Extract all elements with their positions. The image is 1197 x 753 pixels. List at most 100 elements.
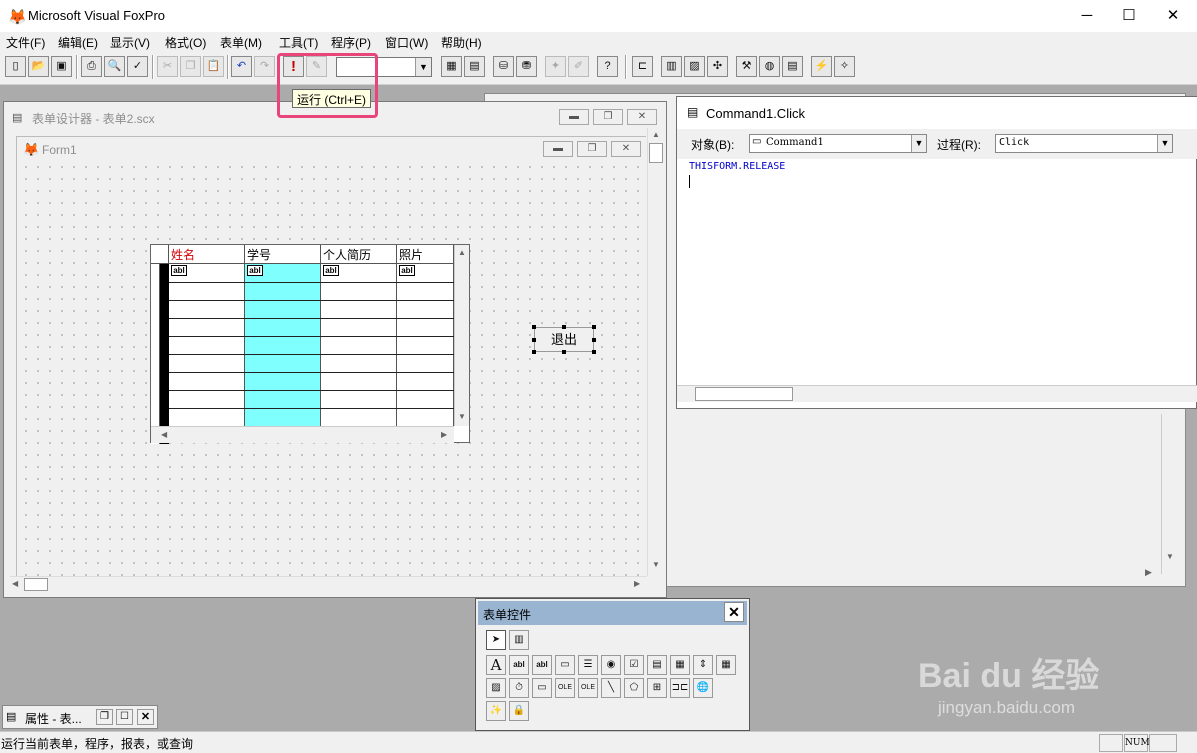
spinner-control-icon[interactable]: ⇕ bbox=[693, 655, 713, 675]
open-folder-icon[interactable]: 📂 bbox=[28, 56, 49, 77]
menu-help[interactable]: 帮助(H) bbox=[441, 34, 482, 51]
cut-icon[interactable]: ✂ bbox=[157, 56, 178, 77]
selection-handle[interactable] bbox=[592, 350, 596, 354]
listbox-control-icon[interactable]: ▦ bbox=[670, 655, 690, 675]
form-designer-hscroll[interactable]: ◀ ▶ bbox=[10, 576, 647, 592]
menu-view[interactable]: 显示(V) bbox=[110, 34, 150, 51]
grid-control[interactable]: 姓名 学号 个人简历 照片 abl abl abl abl ▲ ▼ ◀ ▶ bbox=[150, 244, 470, 444]
window-restore-icon[interactable]: ❐ bbox=[593, 109, 623, 125]
quit-button[interactable]: 退出 bbox=[534, 327, 594, 352]
line-control-icon[interactable]: ╲ bbox=[601, 678, 621, 698]
grid-column-student-id[interactable] bbox=[245, 264, 321, 426]
scroll-right-arrow-icon[interactable]: ▶ bbox=[1145, 567, 1152, 578]
hscroll-thumb[interactable] bbox=[695, 387, 793, 401]
chevron-down-icon[interactable]: ▼ bbox=[1157, 135, 1172, 152]
window-close-icon[interactable]: ✕ bbox=[611, 141, 641, 157]
window-maximize-icon[interactable]: ☐ bbox=[116, 709, 133, 725]
hyperlink-control-icon[interactable]: 🌐 bbox=[693, 678, 713, 698]
grid-column-resume[interactable] bbox=[321, 264, 397, 426]
window-close-icon[interactable]: ✕ bbox=[137, 709, 154, 725]
data-environment-icon[interactable]: ▥ bbox=[661, 56, 682, 77]
menu-window[interactable]: 窗口(W) bbox=[385, 34, 428, 51]
color-palette-icon[interactable]: ◍ bbox=[759, 56, 780, 77]
layout-toolbar-icon[interactable]: ⊏ bbox=[632, 56, 653, 77]
scroll-right-arrow-icon[interactable]: ▶ bbox=[634, 579, 640, 588]
code-window-hscroll[interactable] bbox=[677, 385, 1197, 402]
checkbox-control-icon[interactable]: ☑ bbox=[624, 655, 644, 675]
chevron-down-icon[interactable]: ▼ bbox=[415, 58, 431, 76]
autoformat-icon[interactable]: ✧ bbox=[834, 56, 855, 77]
minimize-button[interactable]: ─ bbox=[1065, 0, 1109, 32]
grid-header-name[interactable]: 姓名 bbox=[169, 245, 245, 264]
layout-icon[interactable]: ▤ bbox=[782, 56, 803, 77]
view-classes-icon[interactable]: ▥ bbox=[509, 630, 529, 650]
procedure-dropdown[interactable]: Click ▼ bbox=[995, 134, 1173, 153]
textbox-control-icon[interactable]: abl bbox=[509, 655, 529, 675]
window-restore-icon[interactable]: ❐ bbox=[96, 709, 113, 725]
scroll-up-arrow-icon[interactable]: ▲ bbox=[458, 248, 466, 257]
selection-handle[interactable] bbox=[562, 325, 566, 329]
undo-icon[interactable]: ↶ bbox=[231, 56, 252, 77]
copy-icon[interactable]: ❐ bbox=[180, 56, 201, 77]
close-button[interactable]: ✕ bbox=[1151, 0, 1195, 32]
spell-check-icon[interactable]: ✓ bbox=[127, 56, 148, 77]
shape-control-icon[interactable]: ⬠ bbox=[624, 678, 644, 698]
menu-file[interactable]: 文件(F) bbox=[6, 34, 45, 51]
new-file-icon[interactable]: ▯ bbox=[5, 56, 26, 77]
command-group-icon[interactable]: ☰ bbox=[578, 655, 598, 675]
help-icon[interactable]: ? bbox=[597, 56, 618, 77]
menu-edit[interactable]: 编辑(E) bbox=[58, 34, 98, 51]
selection-handle[interactable] bbox=[592, 338, 596, 342]
grid-hscroll[interactable]: ◀ ▶ bbox=[151, 426, 454, 443]
menu-form[interactable]: 表单(M) bbox=[220, 34, 262, 51]
selection-handle[interactable] bbox=[562, 350, 566, 354]
selection-handle[interactable] bbox=[532, 350, 536, 354]
scroll-left-arrow-icon[interactable]: ◀ bbox=[161, 430, 167, 439]
pageframe-control-icon[interactable]: ▭ bbox=[532, 678, 552, 698]
database-icon[interactable]: ⛁ bbox=[493, 56, 514, 77]
autoform-icon[interactable]: ✐ bbox=[568, 56, 589, 77]
option-group-icon[interactable]: ◉ bbox=[601, 655, 621, 675]
form-builder-icon[interactable]: ⚡ bbox=[811, 56, 832, 77]
maximize-button[interactable]: ☐ bbox=[1107, 0, 1151, 32]
scroll-left-arrow-icon[interactable]: ◀ bbox=[12, 579, 18, 588]
grid-control-icon[interactable]: ▦ bbox=[716, 655, 736, 675]
ole-bound-control-icon[interactable]: OLE bbox=[578, 678, 598, 698]
separator-control-icon[interactable]: ⊐⊏ bbox=[670, 678, 690, 698]
window-minimize-icon[interactable]: ▬ bbox=[543, 141, 573, 157]
image-control-icon[interactable]: ▨ bbox=[486, 678, 506, 698]
ole-container-icon[interactable]: OLE bbox=[555, 678, 575, 698]
code-editor-text[interactable]: THISFORM.RELEASE bbox=[689, 161, 785, 172]
menu-tools[interactable]: 工具(T) bbox=[279, 34, 318, 51]
selection-handle[interactable] bbox=[532, 338, 536, 342]
builder-lock-icon[interactable]: ✨ bbox=[486, 701, 506, 721]
window-restore-icon[interactable]: ❐ bbox=[577, 141, 607, 157]
hscroll-thumb[interactable] bbox=[24, 578, 48, 591]
timer-control-icon[interactable]: ⏱ bbox=[509, 678, 529, 698]
scroll-down-arrow-icon[interactable]: ▼ bbox=[458, 412, 466, 421]
scroll-down-arrow-icon[interactable]: ▼ bbox=[652, 560, 660, 569]
window-close-icon[interactable]: ✕ bbox=[627, 109, 657, 125]
menu-program[interactable]: 程序(P) bbox=[331, 34, 371, 51]
print-preview-icon[interactable]: 🔍 bbox=[104, 56, 125, 77]
form-designer-icon[interactable]: ▦ bbox=[441, 56, 462, 77]
paste-icon[interactable]: 📋 bbox=[203, 56, 224, 77]
grid-vscroll[interactable]: ▲ ▼ bbox=[454, 245, 469, 426]
combobox-control-icon[interactable]: ▤ bbox=[647, 655, 667, 675]
properties-window-minimized[interactable]: ▤ 属性 - 表... ❐ ☐ ✕ bbox=[2, 705, 158, 729]
object-dropdown[interactable]: ▭ Command1 ▼ bbox=[749, 134, 927, 153]
redo-icon[interactable]: ↷ bbox=[254, 56, 275, 77]
grid-column-photo[interactable] bbox=[397, 264, 454, 426]
grid-column-name[interactable] bbox=[169, 264, 245, 426]
save-icon[interactable]: ▣ bbox=[51, 56, 72, 77]
command-window-icon[interactable]: ⛃ bbox=[516, 56, 537, 77]
selection-handle[interactable] bbox=[592, 325, 596, 329]
container-control-icon[interactable]: ⊞ bbox=[647, 678, 667, 698]
form-controls-toolbar-icon[interactable]: ⚒ bbox=[736, 56, 757, 77]
selection-handle[interactable] bbox=[532, 325, 536, 329]
grid-header-photo[interactable]: 照片 bbox=[397, 245, 454, 264]
pointer-arrow-icon[interactable]: ➤ bbox=[486, 630, 506, 650]
grid-header-student-id[interactable]: 学号 bbox=[245, 245, 321, 264]
scroll-down-arrow-icon[interactable]: ▼ bbox=[1166, 552, 1174, 561]
grid-header-resume[interactable]: 个人简历 bbox=[321, 245, 397, 264]
